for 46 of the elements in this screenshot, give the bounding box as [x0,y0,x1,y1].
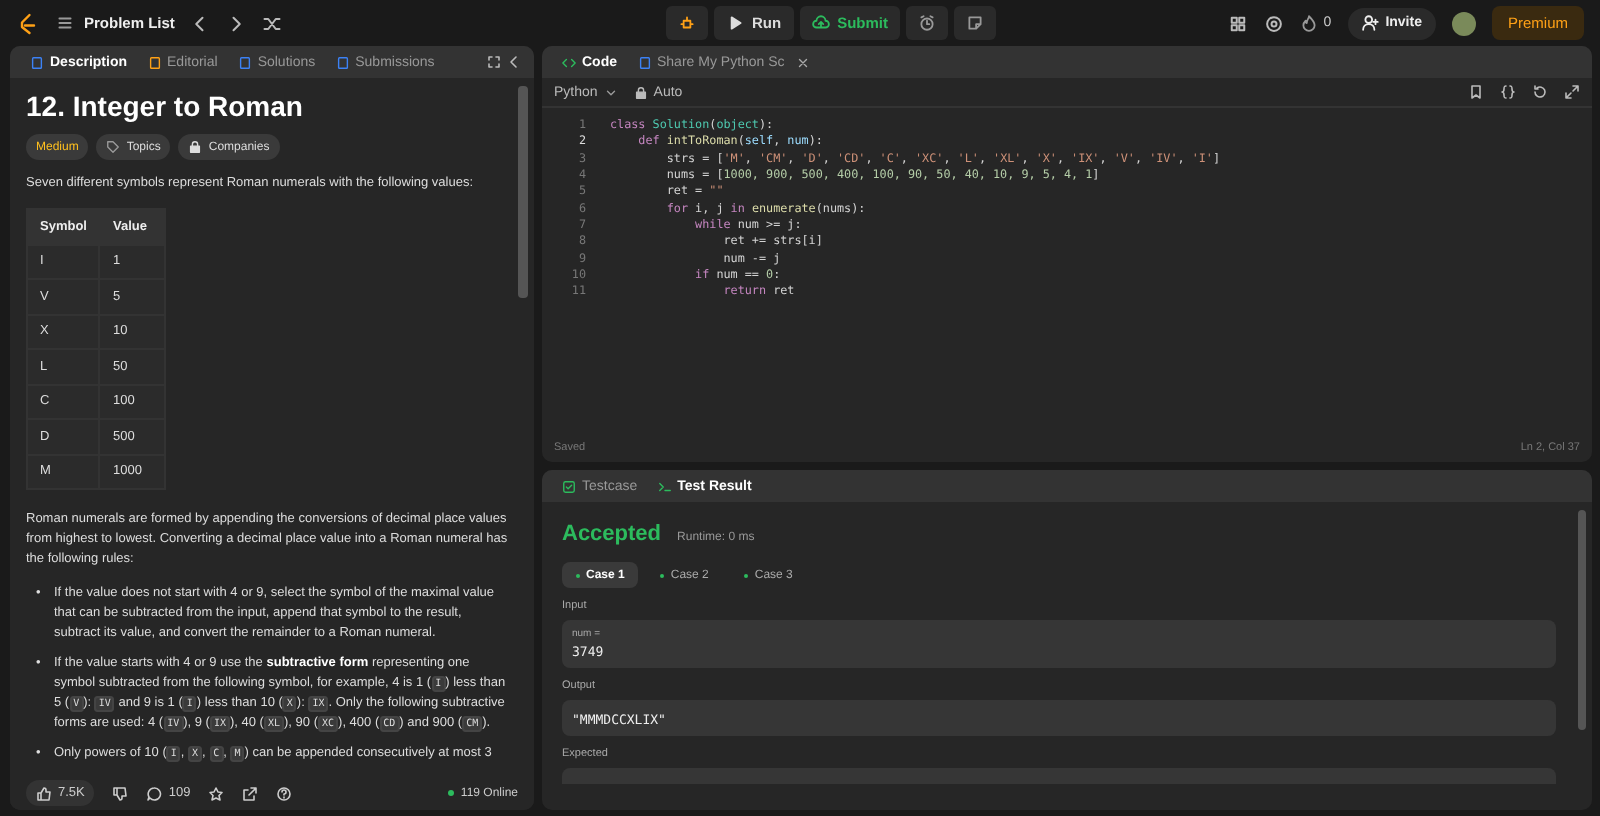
document-icon [637,55,651,69]
settings-icon[interactable] [1263,13,1284,33]
result-status: Accepted [562,522,662,546]
share-icon[interactable] [242,785,259,801]
collapse-icon[interactable] [506,54,522,70]
avatar[interactable] [1451,11,1476,35]
lock-icon [633,85,648,99]
tab-icon [335,55,350,69]
star-icon[interactable] [208,785,225,801]
fullscreen-icon[interactable] [1564,84,1580,100]
tag-icon [106,140,121,154]
checkbox-icon [562,479,576,493]
tab-icon [237,55,252,69]
grid-icon[interactable] [1227,13,1248,33]
add-user-icon [1361,14,1380,32]
logo-icon[interactable] [16,11,40,35]
lock-icon [188,140,203,154]
note-icon [966,14,985,32]
help-icon[interactable] [276,785,293,801]
expand-icon[interactable] [486,54,502,70]
cloud-upload-icon [811,14,830,32]
code-icon [562,55,576,69]
problem-title: 12. Integer to Roman [26,90,305,122]
flame-icon [1299,14,1318,32]
close-icon[interactable] [796,55,811,69]
chevron-down-icon [603,85,618,99]
comment-icon [146,785,163,801]
thumbs-up-icon [36,785,52,801]
online-dot [448,790,455,796]
bug-icon [678,14,696,32]
play-icon [726,14,744,32]
reset-icon[interactable] [1532,84,1548,100]
shuffle-icon[interactable] [262,13,283,33]
notes-button[interactable] [954,6,997,40]
braces-icon[interactable] [1500,84,1516,100]
terminal-icon [657,479,672,493]
tab-icon [30,55,44,69]
scrollbar[interactable] [518,86,528,298]
thumbs-down-icon[interactable] [112,785,129,801]
alarm-clock-icon [918,14,937,32]
debug-button[interactable] [666,6,708,40]
bookmark-icon[interactable] [1468,84,1484,100]
scrollbar[interactable] [1578,510,1586,730]
tab-icon [147,55,162,69]
list-icon [56,14,74,32]
timer-button[interactable] [906,6,949,40]
